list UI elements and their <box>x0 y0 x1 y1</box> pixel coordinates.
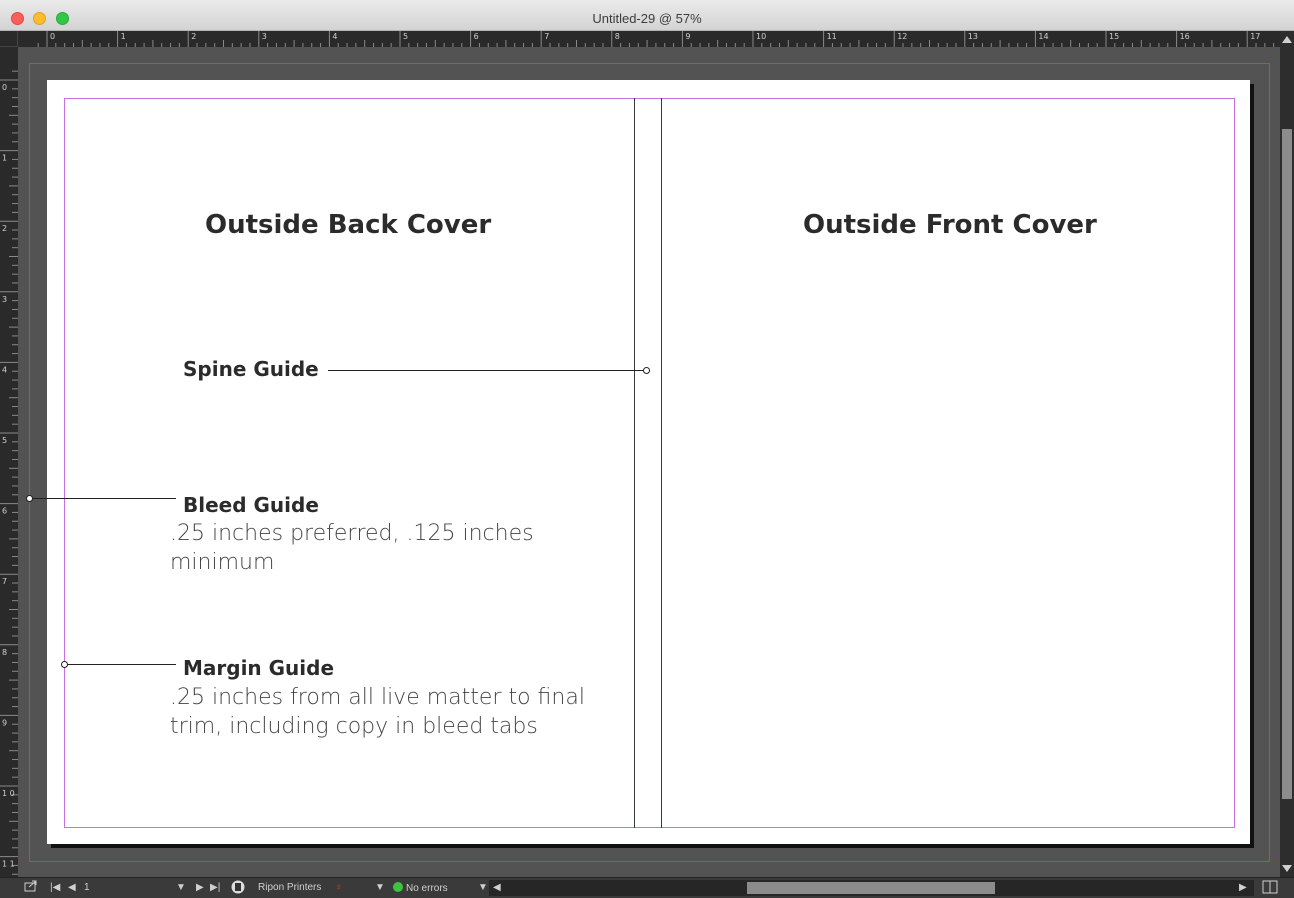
vertical-ruler[interactable]: 0 1 2 3 4 5 6 7 8 9 1 0 1 1 <box>0 47 18 877</box>
ruler-label: 12 <box>897 32 907 41</box>
vertical-scrollbar[interactable] <box>1280 31 1294 877</box>
page-dropdown-chevron-icon[interactable]: ▼ <box>176 882 186 893</box>
margin-guide-description[interactable]: .25 inches from all live matter to final… <box>170 683 640 741</box>
ruler-label: 1 <box>121 32 126 41</box>
spine-guide-right[interactable] <box>661 98 662 828</box>
preflight-profile[interactable]: Ripon Printers <box>258 882 321 893</box>
no-errors-status-icon <box>393 882 403 892</box>
ruler-label: 15 <box>1109 32 1119 41</box>
window-title: Untitled-29 @ 57% <box>592 11 702 26</box>
spine-guide-label[interactable]: Spine Guide <box>183 357 319 381</box>
horizontal-scroll-thumb[interactable] <box>747 882 995 894</box>
profile-dropdown-chevron-icon[interactable]: ▼ <box>375 882 385 893</box>
preflight-errors[interactable]: No errors <box>393 882 448 894</box>
ruler-label: 10 <box>756 32 766 41</box>
margin-callout-line <box>66 664 176 665</box>
horizontal-ruler-ticks: 0 1 2 3 4 5 6 7 8 9 10 11 12 13 14 15 16 17 <box>37 31 1275 47</box>
errors-label: No errors <box>406 883 448 894</box>
ruler-label: 8 <box>615 32 620 41</box>
title-bar: Untitled-29 @ 57% <box>0 0 1294 31</box>
preflight-status-icon[interactable]: ♀ <box>335 882 343 893</box>
spine-callout-line <box>328 370 644 371</box>
ruler-label: 4 <box>2 365 7 374</box>
margin-callout-dot <box>61 661 68 668</box>
spine-callout-dot <box>643 367 650 374</box>
ruler-label: 8 <box>2 648 7 657</box>
next-page-icon[interactable]: ▶ <box>196 882 204 893</box>
bleed-callout-dot <box>26 495 33 502</box>
ruler-origin[interactable] <box>0 31 18 47</box>
ruler-label: 2 <box>2 224 7 233</box>
bleed-callout-line <box>31 498 176 499</box>
ruler-label: 6 <box>2 507 7 516</box>
ruler-label: 2 <box>191 32 196 41</box>
scroll-up-icon[interactable] <box>1282 36 1292 43</box>
ruler-label: 7 <box>2 577 7 586</box>
share-icon[interactable] <box>24 880 38 895</box>
ruler-label: 16 <box>1180 32 1190 41</box>
prev-page-icon[interactable]: ◀ <box>68 882 76 893</box>
ruler-label: 11 <box>827 32 837 41</box>
ruler-label: 5 <box>403 32 408 41</box>
ruler-label: 13 <box>968 32 978 41</box>
bleed-guide-label[interactable]: Bleed Guide <box>183 493 319 517</box>
ruler-label: 3 <box>2 295 7 304</box>
ruler-label: 9 <box>2 718 7 727</box>
split-view-icon[interactable] <box>1262 880 1278 897</box>
ruler-label: 4 <box>332 32 337 41</box>
ruler-label: 7 <box>544 32 549 41</box>
ruler-label: 17 <box>1250 32 1260 41</box>
horizontal-scrollbar[interactable]: ◀ ▶ <box>489 880 1254 896</box>
ruler-label: 0 <box>2 83 7 92</box>
ruler-label: 9 <box>685 32 690 41</box>
page-options-icon[interactable] <box>230 879 246 898</box>
bleed-guide-description[interactable]: .25 inches preferred, .125 inches minimu… <box>170 519 640 577</box>
scroll-left-icon[interactable]: ◀ <box>493 882 501 893</box>
ruler-label: 5 <box>2 436 7 445</box>
ruler-label: 6 <box>474 32 479 41</box>
first-page-icon[interactable]: |◀ <box>50 882 60 893</box>
status-bar: |◀ ◀ 1 ▼ ▶ ▶| Ripon Printers ♀ ▼ No erro… <box>0 877 1294 898</box>
ruler-label: 1 0 <box>2 789 15 798</box>
vertical-scroll-thumb[interactable] <box>1282 129 1292 799</box>
page-number-field[interactable]: 1 <box>84 882 90 893</box>
ruler-label: 1 <box>2 154 7 163</box>
vertical-ruler-ticks: 0 1 2 3 4 5 6 7 8 9 1 0 1 1 <box>0 70 18 875</box>
errors-dropdown-chevron-icon[interactable]: ▼ <box>478 882 488 893</box>
front-cover-heading[interactable]: Outside Front Cover <box>803 210 1097 240</box>
last-page-icon[interactable]: ▶| <box>210 882 220 893</box>
scroll-right-icon[interactable]: ▶ <box>1239 882 1247 893</box>
ruler-label: 3 <box>262 32 267 41</box>
margin-guide-label[interactable]: Margin Guide <box>183 656 334 680</box>
ruler-label: 0 <box>50 32 55 41</box>
back-cover-heading[interactable]: Outside Back Cover <box>205 210 491 240</box>
ruler-label: 14 <box>1038 32 1048 41</box>
ruler-label: 1 1 <box>2 860 15 869</box>
horizontal-ruler[interactable]: 0 1 2 3 4 5 6 7 8 9 10 11 12 13 14 15 16 17 <box>18 31 1280 47</box>
scroll-down-icon[interactable] <box>1282 865 1292 872</box>
